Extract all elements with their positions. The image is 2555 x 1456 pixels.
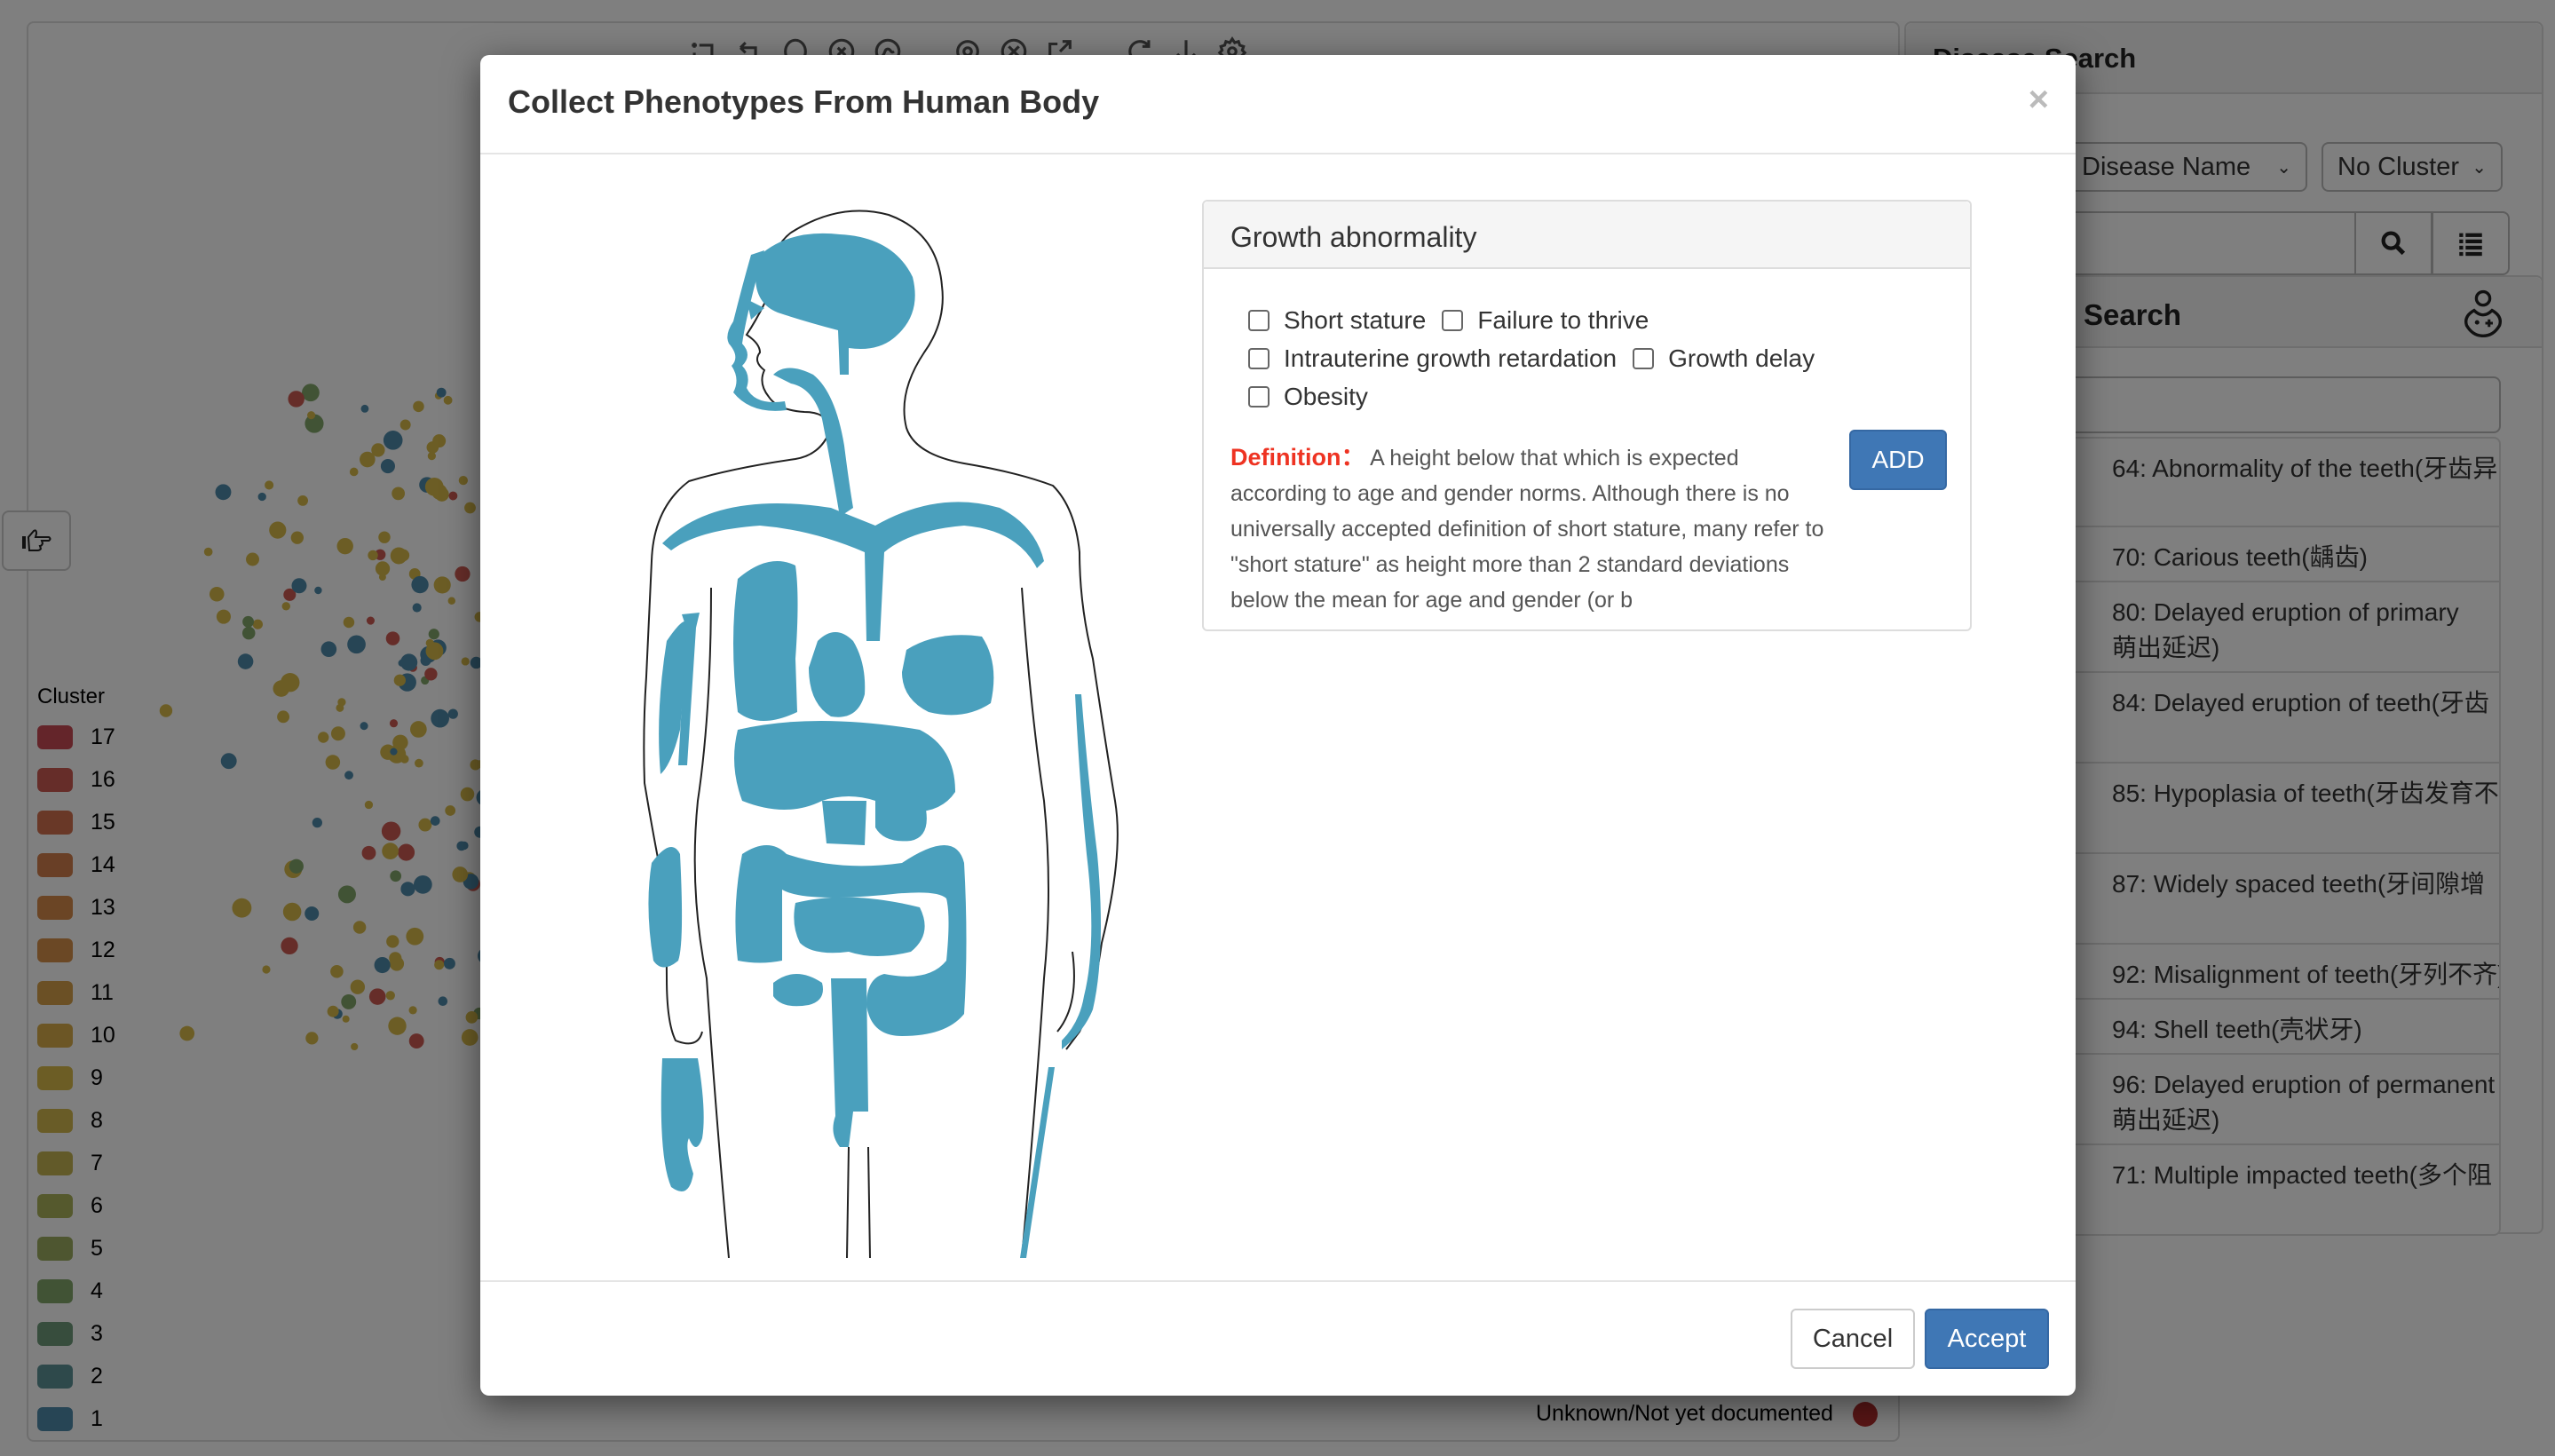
- right-hand[interactable]: [661, 1058, 704, 1191]
- checkbox[interactable]: [1248, 347, 1270, 369]
- phenotype-checkbox-group: Short stature Failure to thrive Intraute…: [1248, 301, 1870, 415]
- checkbox[interactable]: [1633, 347, 1655, 369]
- checkbox-label: Failure to thrive: [1477, 305, 1649, 334]
- bladder-rectum[interactable]: [831, 978, 868, 1147]
- checkbox-label: Growth delay: [1668, 344, 1815, 372]
- uterus[interactable]: [773, 974, 823, 1007]
- torso-left-line: [693, 587, 730, 1258]
- liver[interactable]: [734, 721, 955, 812]
- modal-title: Collect Phenotypes From Human Body: [508, 83, 1100, 120]
- checkbox[interactable]: [1442, 309, 1464, 331]
- brain[interactable]: [755, 233, 915, 375]
- category-title: Growth abnormality: [1204, 202, 1970, 269]
- legs-gap: [846, 1146, 871, 1258]
- esophagus[interactable]: [773, 368, 853, 518]
- phenotype-definition: Definition： A height below that which is…: [1230, 439, 1834, 618]
- checkbox-label: Short stature: [1284, 305, 1427, 334]
- collect-phenotypes-modal: Collect Phenotypes From Human Body × Gro…: [480, 55, 2076, 1396]
- cancel-button[interactable]: Cancel: [1791, 1309, 1915, 1369]
- add-button[interactable]: ADD: [1849, 430, 1947, 490]
- stomach-left-lung[interactable]: [902, 635, 994, 716]
- checkbox[interactable]: [1248, 309, 1270, 331]
- clavicles[interactable]: [662, 502, 1044, 641]
- checkbox-growth-delay[interactable]: Growth delay: [1633, 344, 1815, 373]
- close-icon[interactable]: ×: [2029, 82, 2049, 117]
- definition-text: A height below that which is expected ac…: [1230, 446, 1824, 613]
- phenotype-category-panel: Growth abnormality Short stature Failure…: [1202, 200, 1972, 631]
- modal-header: Collect Phenotypes From Human Body ×: [480, 55, 2076, 154]
- checkbox-label: Obesity: [1284, 382, 1368, 410]
- checkbox-intrauterine-growth-retardation[interactable]: Intrauterine growth retardation: [1248, 344, 1617, 373]
- pancreas[interactable]: [822, 801, 866, 845]
- right-lung[interactable]: [733, 561, 798, 721]
- heart[interactable]: [809, 632, 866, 717]
- left-leg-skin[interactable]: [1020, 1067, 1055, 1258]
- definition-label: Definition：: [1230, 444, 1365, 471]
- modal-footer: Cancel Accept: [480, 1280, 2076, 1396]
- accept-button[interactable]: Accept: [1925, 1309, 2049, 1369]
- checkbox-failure-to-thrive[interactable]: Failure to thrive: [1442, 306, 1649, 335]
- left-arm-skin[interactable]: [1062, 694, 1101, 1049]
- human-body-diagram: [643, 210, 1119, 1258]
- checkbox-short-stature[interactable]: Short stature: [1248, 306, 1426, 335]
- checkbox[interactable]: [1248, 385, 1270, 408]
- right-forearm-muscle[interactable]: [648, 847, 683, 968]
- checkbox-obesity[interactable]: Obesity: [1248, 383, 1368, 411]
- small-intestine[interactable]: [794, 897, 925, 956]
- checkbox-label: Intrauterine growth retardation: [1284, 344, 1618, 372]
